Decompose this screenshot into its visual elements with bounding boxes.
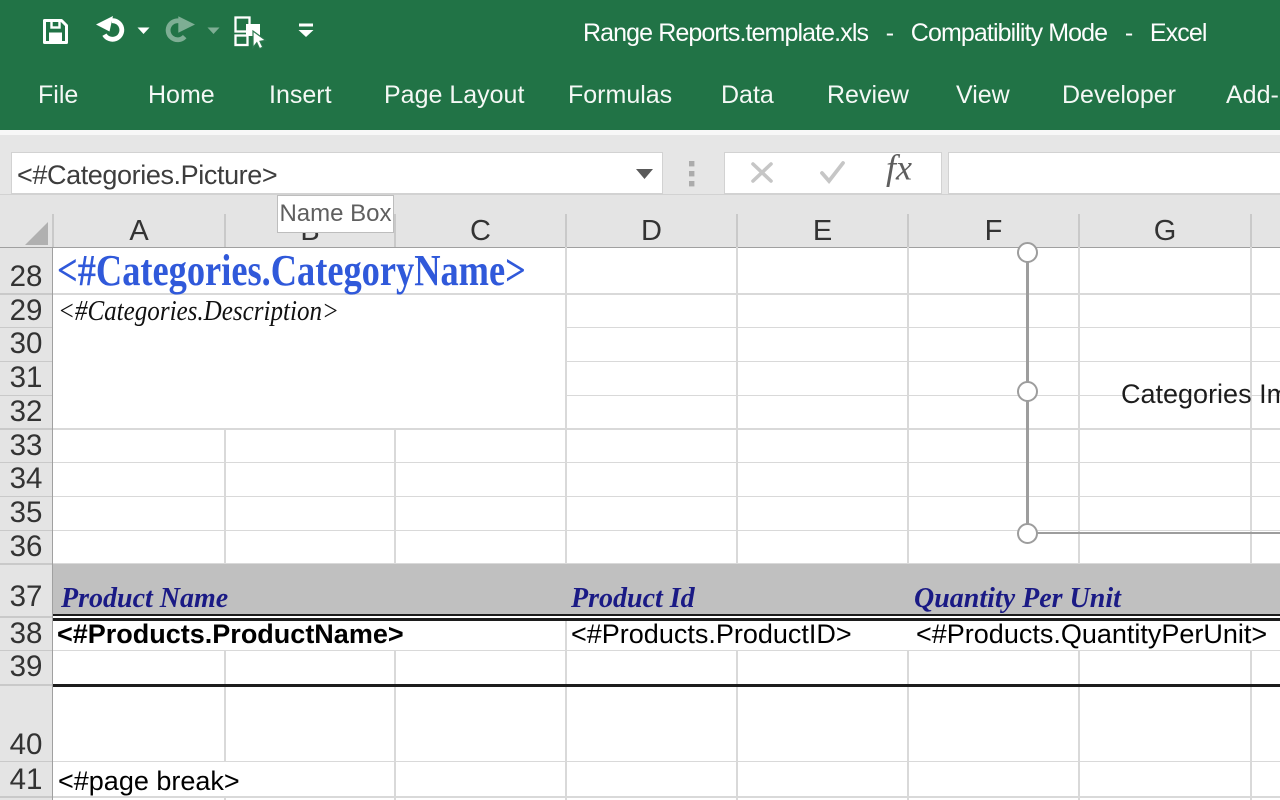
svg-text:fx: fx (886, 148, 912, 188)
